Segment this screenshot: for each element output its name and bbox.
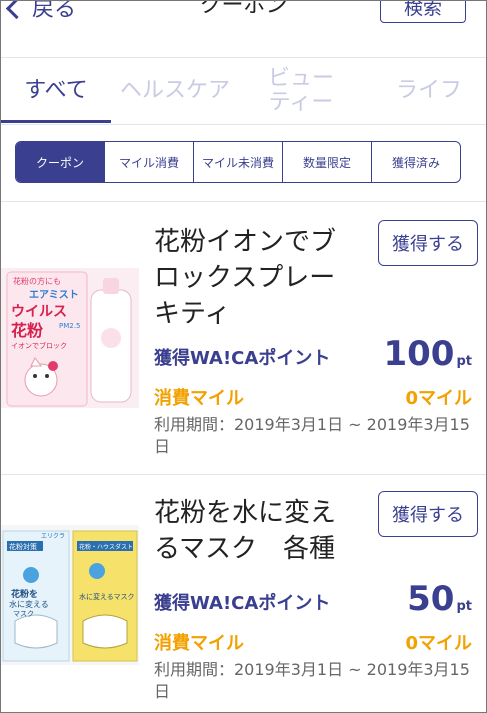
get-coupon-button[interactable]: 獲得する — [378, 491, 478, 537]
miles-label: 消費マイル — [154, 388, 244, 409]
product-image-spray: 花粉の方にも エアミスト ウイルス 花粉 イオンでブロック PM2.5 — [1, 268, 139, 408]
spray-product-illustration: 花粉の方にも エアミスト ウイルス 花粉 イオンでブロック PM2.5 — [1, 268, 139, 408]
points-unit: pt — [456, 354, 472, 369]
spray-big2-text: 花粉 — [11, 321, 43, 340]
category-tabs: すべて ヘルスケア ビューティー ライフ — [1, 58, 486, 125]
mask-product-illustration: エリクラ 花粉対策 花粉を 水に変える マスク 花粉・ハウスダスト 水に変えるマ… — [1, 525, 139, 665]
filter-limited-quantity[interactable]: 数量限定 — [282, 142, 371, 182]
miles-value: 0マイル — [405, 633, 472, 654]
coupon-title: 花粉を水に変えるマスク 各種 — [154, 498, 337, 564]
points-value: 50 pt — [407, 579, 472, 619]
miles-value: 0マイル — [405, 388, 472, 409]
filter-segmented-control: クーポン マイル消費 マイル未消費 数量限定 獲得済み — [15, 141, 461, 183]
validity-period: 利用期間：2019年3月1日 ~ 2019年3月15日 — [154, 660, 470, 701]
spray-brand-text: エアミスト — [29, 289, 79, 301]
mask-tag-left-text: 花粉対策 — [9, 542, 37, 551]
points-label: 獲得WA!CAポイント — [154, 593, 331, 614]
points-label: 獲得WA!CAポイント — [154, 348, 331, 369]
product-image-mask: エリクラ 花粉対策 花粉を 水に変える マスク 花粉・ハウスダスト 水に変えるマ… — [1, 525, 139, 665]
mask-tag-right-text: 花粉・ハウスダスト — [79, 543, 133, 551]
header: 戻る クーポン 検索 — [1, 1, 486, 58]
filter-mile-consumed[interactable]: マイル消費 — [104, 142, 193, 182]
mask-left-line3: マスク — [13, 610, 34, 618]
spray-badge-text: PM2.5 — [59, 322, 80, 330]
points-number: 100 — [383, 334, 455, 374]
spray-big1-text: ウイルス — [11, 304, 67, 320]
spray-sub-text: イオンでブロック — [11, 341, 67, 350]
miles-label: 消費マイル — [154, 633, 244, 654]
mask-right-text: 水に変えるマスク — [79, 592, 135, 601]
mask-left-line1: 花粉を — [11, 588, 38, 600]
filter-coupon[interactable]: クーポン — [16, 142, 104, 182]
search-button[interactable]: 検索 — [380, 1, 466, 23]
points-number: 50 — [407, 579, 455, 619]
app-frame: 戻る クーポン 検索 すべて ヘルスケア ビューティー ライフ クーポン マイル… — [0, 0, 487, 713]
points-value: 100 pt — [383, 334, 472, 374]
validity-period: 利用期間：2019年3月1日 ~ 2019年3月15日 — [154, 415, 470, 456]
tab-beauty-label: ビューティー — [267, 66, 334, 115]
filter-acquired[interactable]: 獲得済み — [371, 142, 460, 182]
active-tab-indicator — [1, 120, 111, 123]
tab-beauty[interactable]: ビューティー — [259, 58, 343, 124]
spray-line1-text: 花粉の方にも — [13, 276, 61, 286]
coupon-card: エリクラ 花粉対策 花粉を 水に変える マスク 花粉・ハウスダスト 水に変えるマ… — [1, 475, 486, 712]
tab-life[interactable]: ライフ — [371, 58, 486, 124]
filter-mile-unconsumed[interactable]: マイル未消費 — [193, 142, 282, 182]
coupon-card: 花粉の方にも エアミスト ウイルス 花粉 イオンでブロック PM2.5 花粉イオ… — [1, 202, 486, 474]
points-unit: pt — [456, 599, 472, 614]
mask-brand-text: エリクラ — [41, 533, 65, 540]
tab-healthcare[interactable]: ヘルスケア — [109, 58, 241, 124]
get-coupon-button[interactable]: 獲得する — [378, 220, 478, 266]
mask-left-line2: 水に変える — [9, 599, 49, 609]
tab-all[interactable]: すべて — [1, 58, 111, 124]
coupon-title: 花粉イオンでブロックスプレーキティ — [154, 227, 337, 329]
